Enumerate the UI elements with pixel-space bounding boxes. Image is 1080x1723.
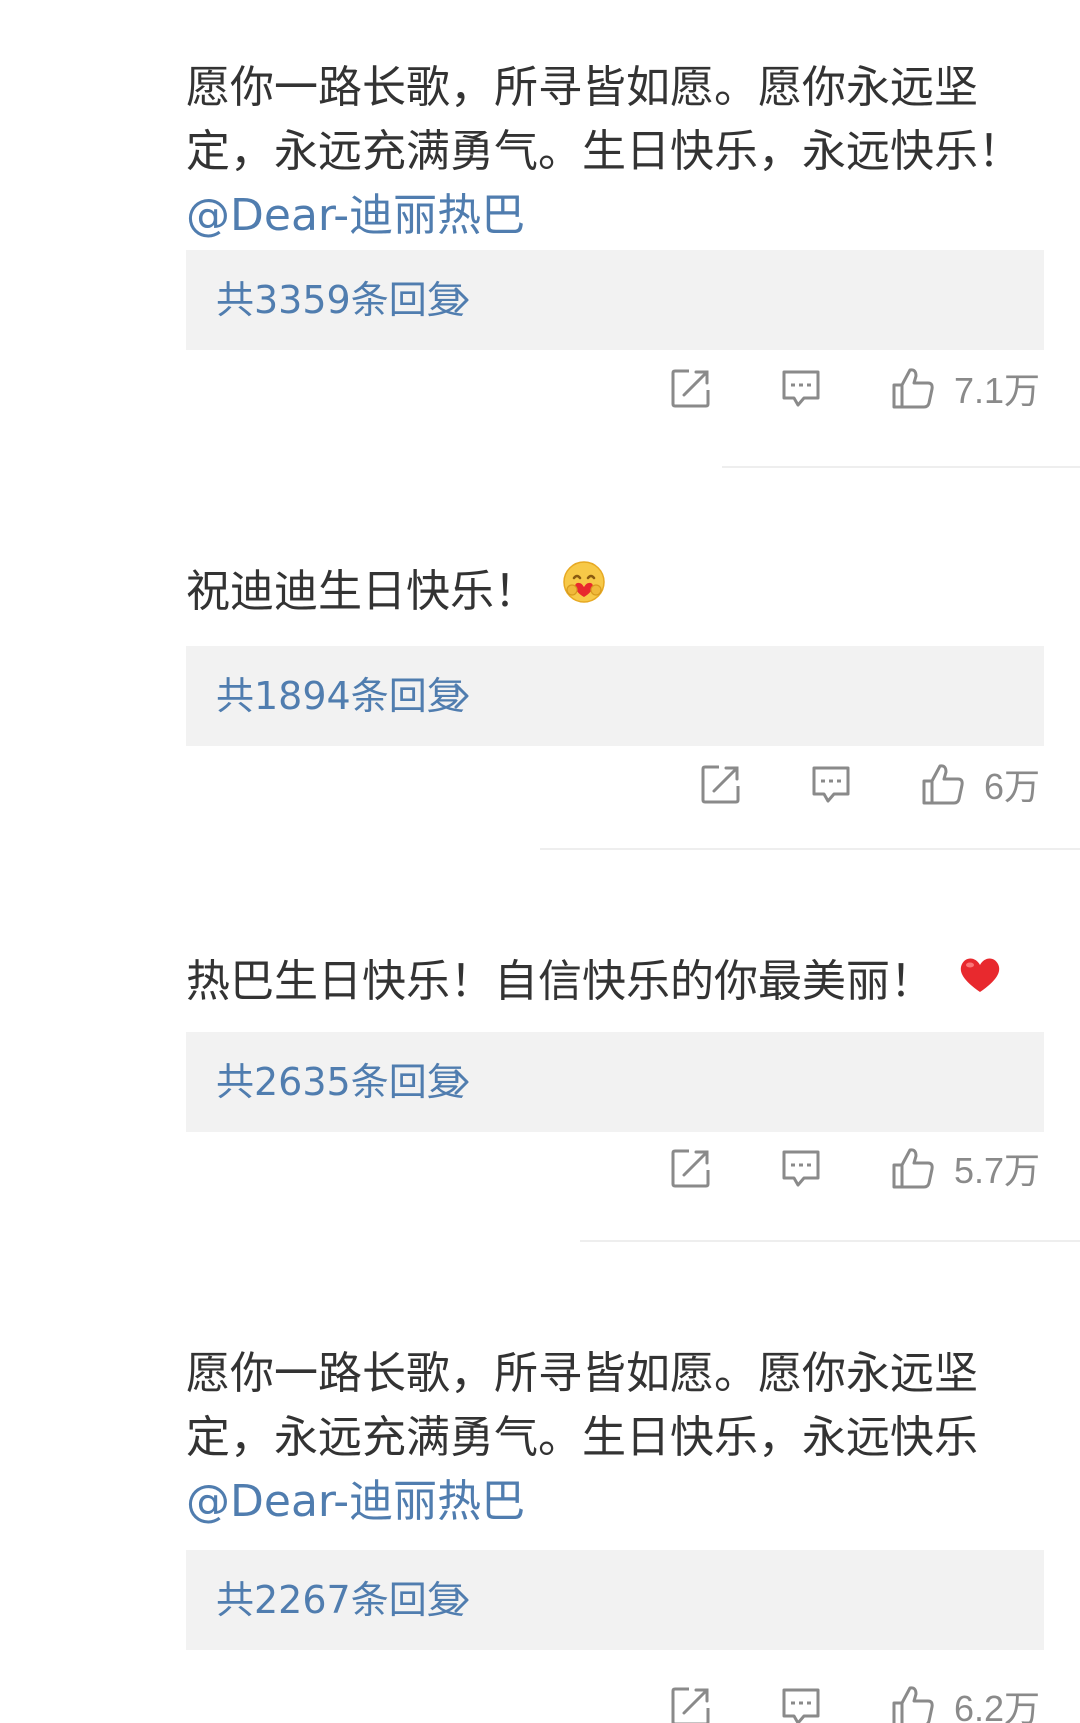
mention-link[interactable]: @Dear-迪丽热巴 [186, 190, 525, 241]
like-button[interactable]: 5.7万 [890, 1142, 1040, 1194]
reply-count-label: 共2635条回复 [216, 1060, 465, 1104]
share-button[interactable] [670, 1147, 712, 1189]
comment-text: 愿你一路长歌，所寻皆如愿。愿你永远坚定，永远充满勇气。生日快乐，永远快乐！ [186, 62, 1022, 177]
like-count: 6万 [983, 766, 1040, 807]
comment-icon [782, 1150, 820, 1187]
like-button[interactable]: 6.2万 [890, 1680, 1040, 1723]
thumbs-up-icon [892, 368, 934, 409]
comment-body: 愿你一路长歌，所寻皆如愿。愿你永远坚定，永远充满勇气。生日快乐，永远快乐！ @De… [186, 56, 1026, 248]
comment-button[interactable] [780, 1147, 822, 1189]
share-icon [701, 765, 740, 804]
comment-button[interactable] [780, 367, 822, 409]
like-count: 5.7万 [953, 1150, 1040, 1191]
chevron-right-icon [454, 287, 469, 313]
divider [540, 848, 1080, 850]
comment-text: 热巴生日快乐！自信快乐的你最美丽！ [186, 956, 934, 1007]
like-count: 6.2万 [953, 1688, 1040, 1723]
like-button[interactable]: 6万 [920, 758, 1040, 810]
view-replies-button[interactable]: 共2267条回复 [186, 1550, 1044, 1650]
share-button[interactable] [670, 367, 712, 409]
reply-count-label: 共3359条回复 [216, 278, 465, 322]
share-icon [671, 1687, 710, 1723]
comment-actions: 6万 [700, 754, 1040, 814]
comment-actions: 6.2万 [670, 1676, 1040, 1723]
chevron-right-icon [454, 683, 469, 709]
comment-text: 愿你一路长歌，所寻皆如愿。愿你永远坚定，永远充满勇气。生日快乐，永远快乐 [186, 1348, 978, 1463]
chevron-right-icon [454, 1587, 469, 1613]
comment-icon [782, 1688, 820, 1723]
share-icon [671, 369, 710, 408]
comment-body: 祝迪迪生日快乐！ [186, 560, 1026, 626]
comment-button[interactable] [780, 1685, 822, 1723]
view-replies-button[interactable]: 共1894条回复 [186, 646, 1044, 746]
comment-list: 愿你一路长歌，所寻皆如愿。愿你永远坚定，永远充满勇气。生日快乐，永远快乐！ @De… [0, 0, 1080, 1723]
share-button[interactable] [670, 1685, 712, 1723]
view-replies-button[interactable]: 共2635条回复 [186, 1032, 1044, 1132]
share-button[interactable] [700, 763, 742, 805]
comment-icon [782, 370, 820, 407]
comment-icon [812, 766, 850, 803]
share-icon [671, 1149, 710, 1188]
thumbs-up-icon [892, 1148, 934, 1189]
thumbs-up-icon [922, 764, 964, 805]
thumbs-up-icon [892, 1686, 934, 1723]
comment-actions: 5.7万 [670, 1138, 1040, 1198]
divider [580, 1240, 1080, 1242]
chevron-right-icon [454, 1069, 469, 1095]
mention-link[interactable]: @Dear-迪丽热巴 [186, 1476, 525, 1527]
comment-body: 热巴生日快乐！自信快乐的你最美丽！ [186, 950, 1026, 1016]
view-replies-button[interactable]: 共3359条回复 [186, 250, 1044, 350]
like-button[interactable]: 7.1万 [890, 362, 1040, 414]
red-heart-emoji [958, 948, 1002, 1012]
comment-text: 祝迪迪生日快乐！ [186, 566, 538, 617]
reply-count-label: 共2267条回复 [216, 1578, 465, 1622]
comment-button[interactable] [810, 763, 852, 805]
reply-count-label: 共1894条回复 [216, 674, 465, 718]
divider [722, 466, 1080, 468]
comment-actions: 7.1万 [670, 358, 1040, 418]
hug-heart-face-emoji [562, 558, 606, 622]
comment-body: 愿你一路长歌，所寻皆如愿。愿你永远坚定，永远充满勇气。生日快乐，永远快乐 @Dea… [186, 1342, 1026, 1534]
like-count: 7.1万 [953, 370, 1040, 411]
